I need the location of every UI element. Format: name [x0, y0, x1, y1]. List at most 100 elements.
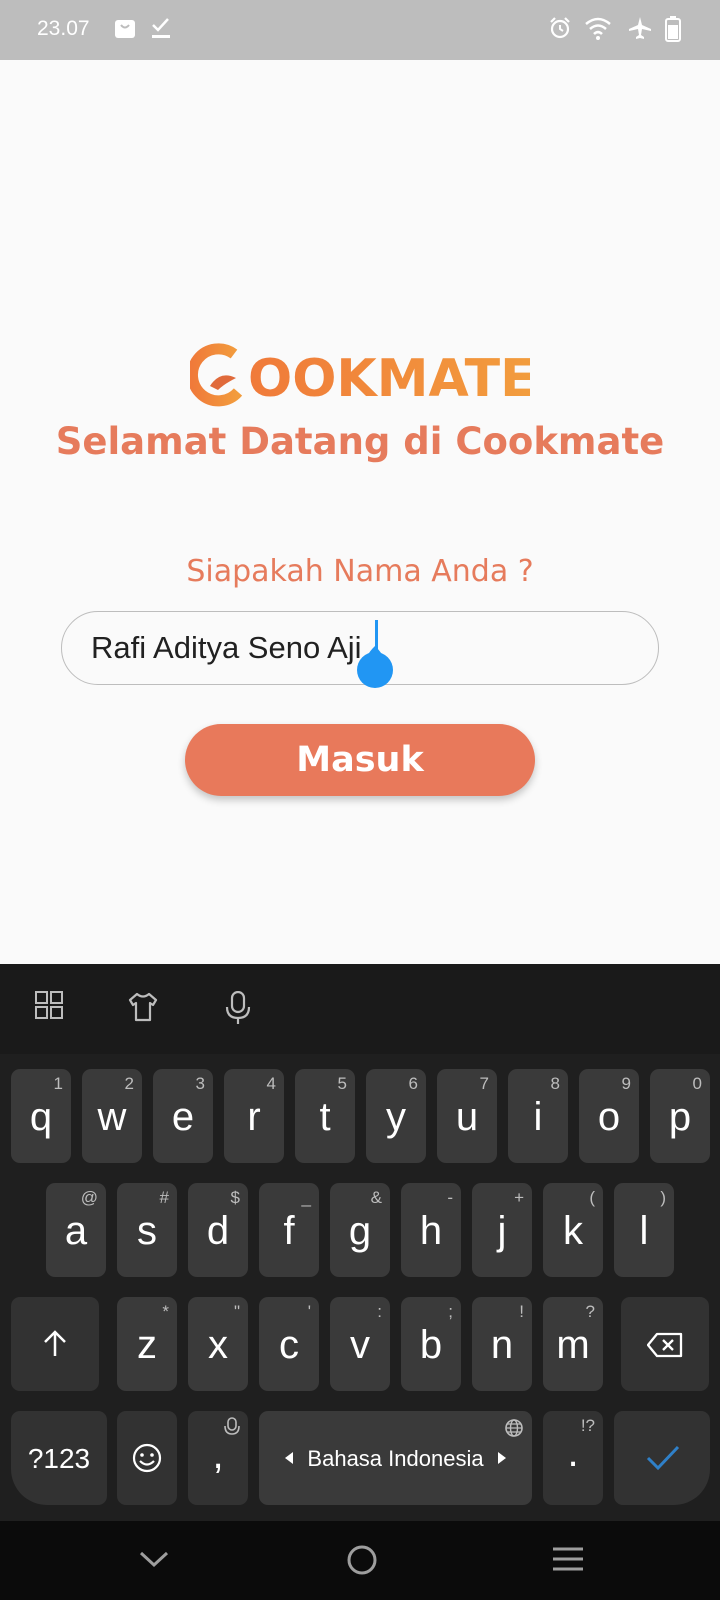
- key-h[interactable]: -h: [401, 1183, 461, 1277]
- key-m[interactable]: ? m: [543, 1297, 603, 1391]
- key-label: f: [283, 1209, 295, 1253]
- grid-icon[interactable]: [35, 991, 63, 1019]
- key-label: y: [386, 1095, 406, 1139]
- status-time: 23.07: [37, 17, 90, 40]
- emoji-icon: [132, 1443, 162, 1473]
- key-hint: (: [589, 1188, 595, 1207]
- theme-shirt-icon[interactable]: [127, 991, 159, 1023]
- key-label: s: [137, 1209, 157, 1253]
- key-k[interactable]: (k: [543, 1183, 603, 1277]
- name-question-label: Siapakah Nama Anda ?: [186, 554, 534, 589]
- key-z[interactable]: * z: [117, 1297, 177, 1391]
- shopping-bag-icon: [115, 20, 135, 38]
- navigation-bar: [0, 1521, 720, 1600]
- key-label: z: [137, 1323, 157, 1367]
- key-hint: $: [230, 1188, 240, 1207]
- key-hint: ": [233, 1302, 240, 1321]
- key-b[interactable]: ; b: [401, 1297, 461, 1391]
- key-hint: 6: [408, 1074, 418, 1093]
- key-q[interactable]: 1q: [11, 1069, 71, 1163]
- name-input-value: Rafi Aditya Seno Aji: [91, 630, 362, 665]
- key-w[interactable]: 2w: [82, 1069, 142, 1163]
- checkmark-icon: [646, 1445, 680, 1471]
- recents-menu-icon[interactable]: [551, 1543, 585, 1575]
- key-label: p: [668, 1095, 692, 1139]
- key-label: m: [556, 1323, 590, 1367]
- microphone-icon[interactable]: [224, 991, 252, 1025]
- key-hint: *: [162, 1302, 169, 1321]
- alarm-icon: [550, 17, 570, 39]
- svg-text:OOKMATE: OOKMATE: [248, 349, 530, 409]
- key-i[interactable]: 8i: [508, 1069, 568, 1163]
- key-hint: ): [660, 1188, 666, 1207]
- key-label: t: [319, 1095, 331, 1139]
- key-label: a: [64, 1209, 88, 1253]
- key-hint: 5: [337, 1074, 347, 1093]
- key-label: o: [597, 1095, 621, 1139]
- masuk-button[interactable]: Masuk: [185, 724, 535, 796]
- key-j[interactable]: + j: [472, 1183, 532, 1277]
- key-t[interactable]: 5t: [295, 1069, 355, 1163]
- symbols-key[interactable]: ?123: [11, 1411, 107, 1505]
- key-x[interactable]: " x: [188, 1297, 248, 1391]
- cookmate-logo: OOKMATE: [186, 343, 536, 409]
- key-label: k: [563, 1209, 583, 1253]
- key-label: v: [350, 1323, 370, 1367]
- key-label: n: [490, 1323, 514, 1367]
- key-e[interactable]: 3e: [153, 1069, 213, 1163]
- key-v[interactable]: :v: [330, 1297, 390, 1391]
- key-g[interactable]: & g: [330, 1183, 390, 1277]
- key-a[interactable]: @ a: [46, 1183, 106, 1277]
- cursor-handle[interactable]: [354, 646, 396, 688]
- key-hint: 8: [550, 1074, 560, 1093]
- backspace-key[interactable]: [621, 1297, 709, 1391]
- key-p[interactable]: 0p: [650, 1069, 710, 1163]
- key-y[interactable]: 6y: [366, 1069, 426, 1163]
- period-key[interactable]: !? .: [543, 1411, 603, 1505]
- key-hint: :: [377, 1302, 382, 1321]
- key-d[interactable]: $ d: [188, 1183, 248, 1277]
- key-s[interactable]: # s: [117, 1183, 177, 1277]
- task-check-icon: [152, 18, 170, 38]
- status-bar: 23.07: [0, 0, 720, 60]
- comma-key[interactable]: ,: [188, 1411, 248, 1505]
- welcome-title: Selamat Datang di Cookmate: [55, 420, 665, 463]
- shift-key[interactable]: [11, 1297, 99, 1391]
- key-hint: +: [514, 1188, 524, 1207]
- key-n[interactable]: ! n: [472, 1297, 532, 1391]
- key-l[interactable]: ) l: [614, 1183, 674, 1277]
- key-hint: 1: [53, 1074, 63, 1093]
- emoji-key[interactable]: [117, 1411, 177, 1505]
- globe-icon: [505, 1419, 523, 1437]
- key-r[interactable]: 4r: [224, 1069, 284, 1163]
- key-label: h: [419, 1209, 443, 1253]
- done-key[interactable]: [614, 1411, 710, 1505]
- key-hint: 4: [266, 1074, 276, 1093]
- space-key-label: Bahasa Indonesia: [307, 1446, 484, 1471]
- key-label: w: [97, 1095, 127, 1139]
- comma-label: ,: [212, 1433, 224, 1477]
- space-key[interactable]: Bahasa Indonesia: [259, 1411, 532, 1505]
- key-hint: 2: [124, 1074, 134, 1093]
- key-label: r: [247, 1095, 261, 1139]
- shift-arrow-icon: [44, 1330, 66, 1356]
- hide-keyboard-chevron-icon[interactable]: [138, 1543, 170, 1575]
- key-hint: ': [307, 1302, 311, 1321]
- key-hint: ;: [448, 1302, 453, 1321]
- key-label: b: [419, 1323, 443, 1367]
- key-u[interactable]: 7u: [437, 1069, 497, 1163]
- key-hint: 0: [692, 1074, 702, 1093]
- airplane-mode-icon: [629, 17, 651, 39]
- symbols-key-label: ?123: [27, 1443, 91, 1474]
- soft-keyboard: 1q 2w 3e 4r 5t 6y 7u 8i 9o 0p @ a # s $ d _…: [0, 964, 720, 1521]
- key-hint: _: [301, 1188, 311, 1207]
- key-label: i: [533, 1095, 543, 1139]
- key-hint: !: [519, 1302, 524, 1321]
- key-f[interactable]: _ f: [259, 1183, 319, 1277]
- key-hint: &: [370, 1188, 382, 1207]
- language-next-icon: [498, 1452, 506, 1464]
- key-c[interactable]: ' c: [259, 1297, 319, 1391]
- key-label: g: [348, 1209, 372, 1253]
- key-o[interactable]: 9o: [579, 1069, 639, 1163]
- home-button-icon[interactable]: [345, 1543, 379, 1577]
